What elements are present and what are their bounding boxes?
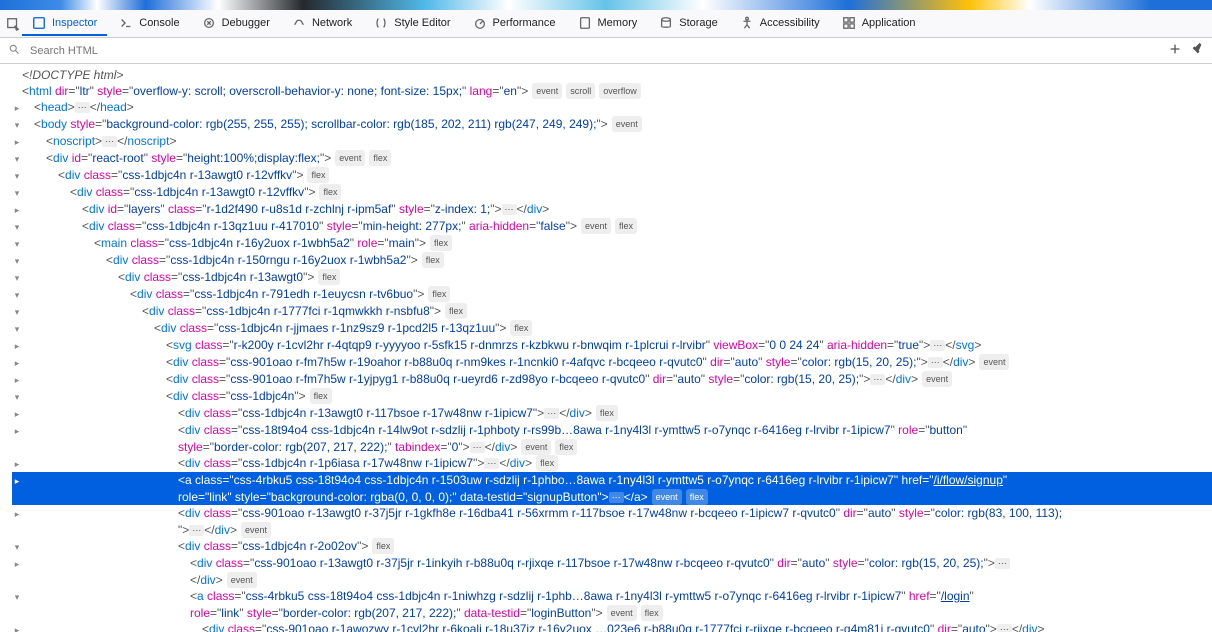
- tree-row[interactable]: <div class="css-901oao r-fm7h5w r-1yjpyg…: [12, 371, 1212, 388]
- tree-row[interactable]: <div class="css-1dbjc4n">flex: [12, 388, 1212, 405]
- page-content-strip: [0, 0, 1212, 10]
- tab-console[interactable]: Console: [109, 12, 189, 36]
- memory-icon: [578, 16, 592, 30]
- tab-label: Performance: [493, 17, 556, 29]
- tree-row[interactable]: <!DOCTYPE html>: [12, 67, 1212, 83]
- tree-row[interactable]: <div class="css-1dbjc4n r-jjmaes r-1nz9s…: [12, 320, 1212, 337]
- tab-label: Debugger: [222, 17, 270, 29]
- expand-toggle[interactable]: [12, 185, 22, 201]
- eyedropper-icon[interactable]: [1190, 42, 1204, 59]
- tree-row[interactable]: <div class="css-1dbjc4n r-13awgt0 r-12vf…: [12, 184, 1212, 201]
- network-icon: [292, 16, 306, 30]
- tab-storage[interactable]: Storage: [649, 12, 728, 36]
- inspector-icon: [32, 16, 46, 30]
- application-icon: [842, 16, 856, 30]
- expand-toggle[interactable]: [12, 236, 22, 252]
- tree-row[interactable]: <div class="css-1dbjc4n r-13awgt0 r-117b…: [12, 405, 1212, 422]
- tree-row[interactable]: <div class="css-18t94o4 css-1dbjc4n r-14…: [12, 422, 1212, 455]
- tab-label: Console: [139, 17, 179, 29]
- expand-toggle[interactable]: [12, 253, 22, 269]
- tab-label: Inspector: [52, 17, 97, 29]
- expand-toggle[interactable]: [12, 556, 22, 572]
- expand-toggle[interactable]: [12, 539, 22, 555]
- expand-toggle[interactable]: [12, 338, 22, 354]
- expand-toggle[interactable]: [12, 406, 22, 422]
- accessibility-icon: [740, 16, 754, 30]
- tab-inspector[interactable]: Inspector: [22, 12, 107, 36]
- tree-row[interactable]: <div id="react-root" style="height:100%;…: [12, 150, 1212, 167]
- expand-toggle[interactable]: [12, 321, 22, 337]
- element-picker-icon[interactable]: [6, 17, 20, 31]
- search-icon: [8, 43, 20, 58]
- markup-tree[interactable]: <!DOCTYPE html> <html dir="ltr" style="o…: [0, 64, 1212, 632]
- expand-toggle[interactable]: [12, 423, 22, 439]
- expand-toggle[interactable]: [12, 117, 22, 133]
- tree-row[interactable]: <main class="css-1dbjc4n r-16y2uox r-1wb…: [12, 235, 1212, 252]
- tree-row[interactable]: <svg class="r-k200y r-1cvl2hr r-4qtqp9 r…: [12, 337, 1212, 354]
- tree-row[interactable]: <html dir="ltr" style="overflow-y: scrol…: [12, 83, 1212, 99]
- tree-row[interactable]: <a class="css-4rbku5 css-18t94o4 css-1db…: [12, 588, 1212, 621]
- expand-toggle[interactable]: [12, 202, 22, 218]
- tree-row[interactable]: <head>⋯</head>: [12, 99, 1212, 116]
- console-icon: [119, 16, 133, 30]
- tab-label: Network: [312, 17, 352, 29]
- storage-icon: [659, 16, 673, 30]
- tree-row[interactable]: <div id="layers" class="r-1d2f490 r-u8s1…: [12, 201, 1212, 218]
- search-row: [0, 38, 1212, 64]
- tab-application[interactable]: Application: [832, 12, 926, 36]
- expand-toggle[interactable]: [12, 506, 22, 522]
- tab-accessibility[interactable]: Accessibility: [730, 12, 830, 36]
- tab-network[interactable]: Network: [282, 12, 362, 36]
- expand-toggle[interactable]: [12, 355, 22, 371]
- expand-toggle[interactable]: [12, 622, 22, 632]
- tree-row[interactable]: <body style="background-color: rgb(255, …: [12, 116, 1212, 133]
- tab-label: Storage: [679, 17, 718, 29]
- tree-row-selected[interactable]: <a class="css-4rbku5 css-18t94o4 css-1db…: [12, 472, 1212, 505]
- tab-performance[interactable]: Performance: [463, 12, 566, 36]
- expand-toggle[interactable]: [12, 304, 22, 320]
- tab-label: Memory: [598, 17, 638, 29]
- tree-row[interactable]: <div class="css-1dbjc4n r-1p6iasa r-17w4…: [12, 455, 1212, 472]
- tree-row[interactable]: <div class="css-1dbjc4n r-150rngu r-16y2…: [12, 252, 1212, 269]
- tree-row[interactable]: <div class="css-901oao r-13awgt0 r-37j5j…: [12, 555, 1212, 588]
- tree-row[interactable]: <div class="css-1dbjc4n r-1777fci r-1qmw…: [12, 303, 1212, 320]
- add-node-icon[interactable]: [1168, 42, 1182, 59]
- tree-row[interactable]: <noscript>⋯</noscript>: [12, 133, 1212, 150]
- expand-toggle[interactable]: [12, 473, 22, 489]
- expand-toggle[interactable]: [12, 372, 22, 388]
- tree-row[interactable]: <div class="css-1dbjc4n r-13awgt0">flex: [12, 269, 1212, 286]
- tree-row[interactable]: <div class="css-901oao r-13awgt0 r-37j5j…: [12, 505, 1212, 538]
- expand-toggle[interactable]: [12, 168, 22, 184]
- tab-memory[interactable]: Memory: [568, 12, 648, 36]
- tab-style-editor[interactable]: Style Editor: [364, 12, 460, 36]
- devtools-toolbar: Inspector Console Debugger Network Style…: [0, 10, 1212, 38]
- tree-row[interactable]: <div class="css-901oao r-1awozwy r-1cvl2…: [12, 621, 1212, 632]
- style-editor-icon: [374, 16, 388, 30]
- debugger-icon: [202, 16, 216, 30]
- expand-toggle[interactable]: [12, 456, 22, 472]
- expand-toggle[interactable]: [12, 151, 22, 167]
- expand-toggle[interactable]: [12, 389, 22, 405]
- tree-row[interactable]: <div class="css-901oao r-fm7h5w r-19oaho…: [12, 354, 1212, 371]
- tab-debugger[interactable]: Debugger: [192, 12, 280, 36]
- tree-row[interactable]: <div class="css-1dbjc4n r-13qz1uu r-4170…: [12, 218, 1212, 235]
- expand-toggle[interactable]: [12, 219, 22, 235]
- tree-row[interactable]: <div class="css-1dbjc4n r-13awgt0 r-12vf…: [12, 167, 1212, 184]
- performance-icon: [473, 16, 487, 30]
- expand-toggle[interactable]: [12, 287, 22, 303]
- expand-toggle[interactable]: [12, 100, 22, 116]
- search-input[interactable]: [26, 43, 1162, 59]
- tab-label: Application: [862, 17, 916, 29]
- tab-label: Accessibility: [760, 17, 820, 29]
- expand-toggle[interactable]: [12, 134, 22, 150]
- tab-label: Style Editor: [394, 17, 450, 29]
- tree-row[interactable]: <div class="css-1dbjc4n r-791edh r-1euyc…: [12, 286, 1212, 303]
- tree-row[interactable]: <div class="css-1dbjc4n r-2o02ov">flex: [12, 538, 1212, 555]
- expand-toggle[interactable]: [12, 270, 22, 286]
- expand-toggle[interactable]: [12, 589, 22, 605]
